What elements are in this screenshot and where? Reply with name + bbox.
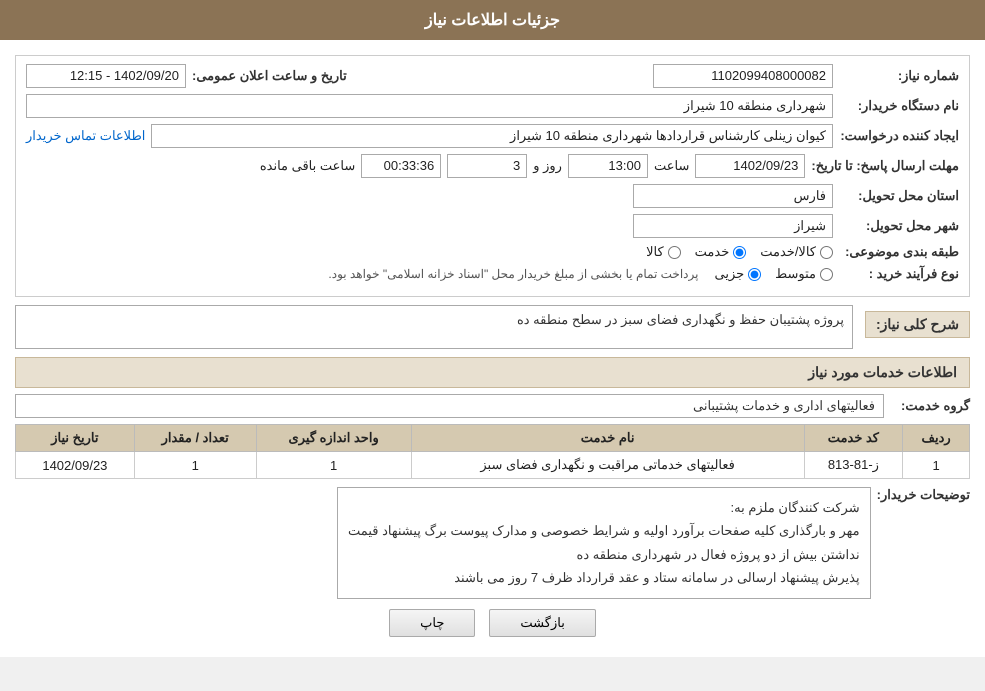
province-value: فارس xyxy=(633,184,833,208)
buyer-notes-line: مهر و بارگذاری کلیه صفحات برآورد اولیه و… xyxy=(348,519,860,542)
purchase-jozei-label: جزیی xyxy=(714,266,744,282)
announce-date-label: تاریخ و ساعت اعلان عمومی: xyxy=(192,68,347,84)
category-khedmat-radio[interactable] xyxy=(733,246,746,259)
col-quantity: تعداد / مقدار xyxy=(134,425,256,452)
send-date-row: مهلت ارسال پاسخ: تا تاریخ: 1402/09/23 سا… xyxy=(26,154,959,178)
category-khedmat[interactable]: خدمت xyxy=(695,244,747,260)
category-row: طبقه بندی موضوعی: کالا/خدمت خدمت کالا xyxy=(26,244,959,260)
page-title: جزئیات اطلاعات نیاز xyxy=(425,12,560,29)
purchase-type-label: نوع فرآیند خرید : xyxy=(839,266,959,282)
creator-link[interactable]: اطلاعات تماس خریدار xyxy=(26,128,145,144)
send-date-time-group: 1402/09/23 ساعت 13:00 روز و 3 00:33:36 س… xyxy=(26,154,805,178)
purchase-note: پرداخت تمام یا بخشی از مبلغ خریدار محل "… xyxy=(328,267,698,281)
service-group-value: فعالیتهای اداری و خدمات پشتیبانی xyxy=(15,394,884,418)
buyer-org-row: نام دستگاه خریدار: شهرداری منطقه 10 شیرا… xyxy=(26,94,959,118)
buyer-notes-row: توضیحات خریدار: شرکت کنندگان ملزم به:مهر… xyxy=(15,487,970,599)
col-service-name: نام خدمت xyxy=(411,425,804,452)
need-description-title: شرح کلی نیاز: xyxy=(865,311,970,338)
service-group-label: گروه خدمت: xyxy=(890,398,970,414)
city-row: شهر محل تحویل: شیراز xyxy=(26,214,959,238)
need-number-row: شماره نیاز: 1102099408000082 تاریخ و ساع… xyxy=(26,64,959,88)
back-button[interactable]: بازگشت xyxy=(489,609,595,637)
remaining-label: ساعت باقی مانده xyxy=(260,158,355,174)
category-kala-radio[interactable] xyxy=(668,246,681,259)
send-date-label: مهلت ارسال پاسخ: تا تاریخ: xyxy=(811,158,959,174)
buyer-org-label: نام دستگاه خریدار: xyxy=(839,98,959,114)
need-description-value: پروژه پشتیبان حفظ و نگهداری فضای سبز در … xyxy=(15,305,853,349)
buyer-notes-line: نداشتن بیش از دو پروژه فعال در شهرداری م… xyxy=(348,543,860,566)
announce-date-value: 1402/09/20 - 12:15 xyxy=(26,64,186,88)
send-time-label: ساعت xyxy=(654,158,689,174)
buyer-notes-line: شرکت کنندگان ملزم به: xyxy=(348,496,860,519)
creator-row: ایجاد کننده درخواست: کیوان زینلی کارشناس… xyxy=(26,124,959,148)
service-table: ردیف کد خدمت نام خدمت واحد اندازه گیری ت… xyxy=(15,424,970,479)
need-number-value: 1102099408000082 xyxy=(653,64,833,88)
table-header-row: ردیف کد خدمت نام خدمت واحد اندازه گیری ت… xyxy=(16,425,970,452)
category-kala-label: کالا xyxy=(646,244,664,260)
category-kala-khedmat-label: کالا/خدمت xyxy=(760,244,816,260)
city-value: شیراز xyxy=(633,214,833,238)
send-time-value: 13:00 xyxy=(568,154,648,178)
col-service-code: کد خدمت xyxy=(804,425,903,452)
buttons-row: بازگشت چاپ xyxy=(15,609,970,637)
need-description-row: شرح کلی نیاز: پروژه پشتیبان حفظ و نگهدار… xyxy=(15,305,970,349)
buyer-org-value: شهرداری منطقه 10 شیراز xyxy=(26,94,833,118)
purchase-jozei-radio[interactable] xyxy=(748,268,761,281)
category-kala-khedmat[interactable]: کالا/خدمت xyxy=(760,244,833,260)
main-content: شماره نیاز: 1102099408000082 تاریخ و ساع… xyxy=(0,50,985,657)
table-row: 1ز-81-813فعالیتهای خدماتی مراقبت و نگهدا… xyxy=(16,452,970,479)
form-section: شماره نیاز: 1102099408000082 تاریخ و ساع… xyxy=(15,55,970,297)
category-khedmat-label: خدمت xyxy=(695,244,730,260)
page-wrapper: جزئیات اطلاعات نیاز شماره نیاز: 11020994… xyxy=(0,0,985,657)
category-radio-group: کالا/خدمت خدمت کالا xyxy=(646,244,833,260)
send-date-value: 1402/09/23 xyxy=(695,154,805,178)
buyer-notes-content: شرکت کنندگان ملزم به:مهر و بارگذاری کلیه… xyxy=(337,487,871,599)
province-row: استان محل تحویل: فارس xyxy=(26,184,959,208)
category-kala[interactable]: کالا xyxy=(646,244,681,260)
purchase-type-radio-group: متوسط جزیی xyxy=(714,266,833,282)
purchase-type-row: نوع فرآیند خرید : متوسط جزیی پرداخت تمام… xyxy=(26,266,959,282)
service-group-row: گروه خدمت: فعالیتهای اداری و خدمات پشتیب… xyxy=(15,394,970,418)
col-row-num: ردیف xyxy=(903,425,970,452)
send-day-label: روز و xyxy=(533,158,562,174)
purchase-jozei[interactable]: جزیی xyxy=(714,266,761,282)
buyer-notes-label: توضیحات خریدار: xyxy=(877,487,970,503)
creator-value: کیوان زینلی کارشناس قراردادها شهرداری من… xyxy=(151,124,833,148)
service-info-title: اطلاعات خدمات مورد نیاز xyxy=(15,357,970,388)
province-label: استان محل تحویل: xyxy=(839,188,959,204)
buyer-notes-line: پذیرش پیشنهاد ارسالی در سامانه ستاد و عق… xyxy=(348,566,860,589)
creator-label: ایجاد کننده درخواست: xyxy=(839,128,959,144)
send-day-value: 3 xyxy=(447,154,527,178)
purchase-motevaset-radio[interactable] xyxy=(820,268,833,281)
need-number-label: شماره نیاز: xyxy=(839,68,959,84)
purchase-motevaset-label: متوسط xyxy=(775,266,816,282)
city-label: شهر محل تحویل: xyxy=(839,218,959,234)
category-label: طبقه بندی موضوعی: xyxy=(839,244,959,260)
service-info-section: گروه خدمت: فعالیتهای اداری و خدمات پشتیب… xyxy=(15,394,970,479)
col-unit: واحد اندازه گیری xyxy=(256,425,411,452)
page-header: جزئیات اطلاعات نیاز xyxy=(0,0,985,40)
col-date: تاریخ نیاز xyxy=(16,425,135,452)
purchase-motevaset[interactable]: متوسط xyxy=(775,266,833,282)
category-kala-khedmat-radio[interactable] xyxy=(820,246,833,259)
remaining-value: 00:33:36 xyxy=(361,154,441,178)
print-button[interactable]: چاپ xyxy=(389,609,475,637)
